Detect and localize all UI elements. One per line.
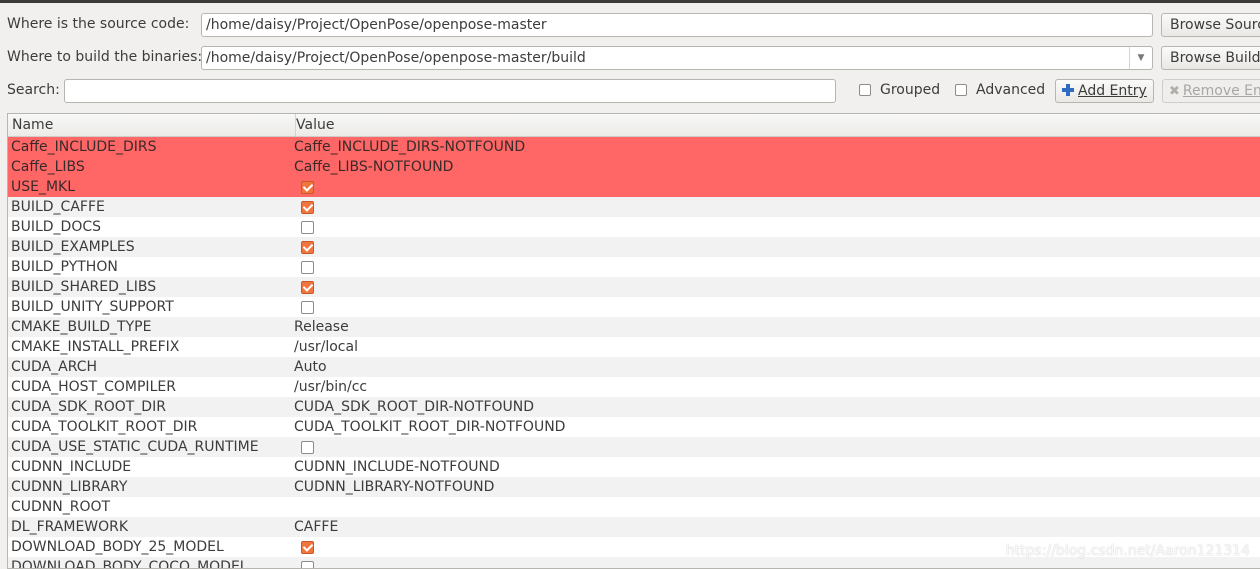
entry-value[interactable]: CUDNN_INCLUDE-NOTFOUND	[294, 457, 500, 477]
entry-value-checkbox[interactable]	[301, 301, 314, 314]
window-top-edge	[0, 0, 1260, 3]
entry-value-checkbox[interactable]	[301, 261, 314, 274]
entry-value-checkbox[interactable]	[301, 561, 314, 568]
entry-value[interactable]: CAFFE	[294, 517, 338, 537]
entry-value-checkbox[interactable]	[301, 541, 314, 554]
table-row[interactable]: Caffe_LIBS Caffe_LIBS-NOTFOUND	[8, 157, 1260, 177]
entry-name: CUDNN_INCLUDE	[11, 459, 132, 475]
table-row[interactable]: BUILD_SHARED_LIBS	[8, 277, 1260, 297]
remove-entry-label: Remove Entry	[1182, 83, 1260, 99]
entry-value[interactable]: /usr/bin/cc	[294, 377, 367, 397]
entry-name: BUILD_UNITY_SUPPORT	[11, 299, 174, 315]
cache-table[interactable]: Name Value Caffe_INCLUDE_DIRS Caffe_INCLU…	[7, 113, 1260, 569]
browse-source-button[interactable]: Browse Source...	[1161, 13, 1260, 37]
entry-value-checkbox[interactable]	[301, 441, 314, 454]
entry-name: BUILD_CAFFE	[11, 199, 105, 215]
table-row[interactable]: CMAKE_BUILD_TYPE Release	[8, 317, 1260, 337]
table-row[interactable]: BUILD_DOCS	[8, 217, 1260, 237]
entry-name: CUDA_TOOLKIT_ROOT_DIR	[11, 419, 198, 435]
entry-value-checkbox[interactable]	[301, 181, 314, 194]
remove-entry-button[interactable]: ✖Remove Entry	[1162, 79, 1260, 103]
entry-value[interactable]: CUDA_TOOLKIT_ROOT_DIR-NOTFOUND	[294, 417, 565, 437]
advanced-label: Advanced	[976, 82, 1046, 98]
grouped-checkbox[interactable]	[859, 84, 871, 96]
entry-name: CUDA_USE_STATIC_CUDA_RUNTIME	[11, 439, 259, 455]
table-row[interactable]: BUILD_UNITY_SUPPORT	[8, 297, 1260, 317]
search-input[interactable]	[64, 79, 836, 103]
search-label: Search:	[7, 82, 60, 98]
entry-name: DOWNLOAD_BODY_25_MODEL	[11, 539, 224, 555]
table-row[interactable]: Caffe_INCLUDE_DIRS Caffe_INCLUDE_DIRS-NOT…	[8, 137, 1260, 157]
column-header-name[interactable]: Name	[8, 114, 296, 136]
table-row[interactable]: CUDA_HOST_COMPILER/usr/bin/cc	[8, 377, 1260, 397]
entry-name: Caffe_INCLUDE_DIRS	[11, 139, 157, 155]
table-row[interactable]: CMAKE_INSTALL_PREFIX/usr/local	[8, 337, 1260, 357]
table-row[interactable]: BUILD_EXAMPLES	[8, 237, 1260, 257]
entry-value[interactable]: Auto	[294, 357, 327, 377]
entry-name: Caffe_LIBS	[11, 159, 85, 175]
entry-name: CMAKE_BUILD_TYPE	[11, 319, 152, 335]
entry-name: DOWNLOAD_BODY_COCO_MODEL	[11, 559, 248, 569]
entry-value[interactable]: CUDNN_LIBRARY-NOTFOUND	[294, 477, 494, 497]
table-row[interactable]: CUDA_SDK_ROOT_DIR CUDA_SDK_ROOT_DIR-NOTFO…	[8, 397, 1260, 417]
entry-value[interactable]: Caffe_LIBS-NOTFOUND	[294, 157, 453, 177]
table-row[interactable]: CUDA_TOOLKIT_ROOT_DIR CUDA_TOOLKIT_ROOT_D…	[8, 417, 1260, 437]
build-path-combobox[interactable]: /home/daisy/Project/OpenPose/openpose-ma…	[201, 46, 1153, 70]
browse-build-button[interactable]: Browse Build...	[1161, 46, 1260, 70]
table-row[interactable]: DL_FRAMEWORK CAFFE	[8, 517, 1260, 537]
entry-value-checkbox[interactable]	[301, 281, 314, 294]
advanced-checkbox[interactable]	[955, 84, 967, 96]
entry-name: CUDNN_ROOT	[11, 499, 111, 515]
build-path-value: /home/daisy/Project/OpenPose/openpose-ma…	[206, 50, 586, 66]
entry-name: CUDNN_LIBRARY	[11, 479, 128, 495]
entry-value-checkbox[interactable]	[301, 201, 314, 214]
table-row[interactable]: USE_MKL	[8, 177, 1260, 197]
add-entry-label: Add Entry	[1078, 83, 1147, 99]
entry-value[interactable]: CUDA_SDK_ROOT_DIR-NOTFOUND	[294, 397, 534, 417]
entry-name: BUILD_EXAMPLES	[11, 239, 135, 255]
chevron-down-icon[interactable]: ▼	[1129, 47, 1152, 69]
source-path-input[interactable]: /home/daisy/Project/OpenPose/openpose-ma…	[201, 13, 1153, 37]
table-row[interactable]: BUILD_PYTHON	[8, 257, 1260, 277]
build-label: Where to build the binaries:	[7, 49, 203, 65]
entry-name: CUDA_HOST_COMPILER	[11, 379, 176, 395]
add-entry-button[interactable]: Add Entry	[1055, 79, 1154, 103]
table-row[interactable]: BUILD_CAFFE	[8, 197, 1260, 217]
entry-value[interactable]: Caffe_INCLUDE_DIRS-NOTFOUND	[294, 137, 525, 157]
watermark-text: https://blog.csdn.net/Aaron121314	[1005, 543, 1250, 559]
table-row[interactable]: CUDNN_INCLUDE CUDNN_INCLUDE-NOTFOUND	[8, 457, 1260, 477]
entry-value[interactable]: Release	[294, 317, 349, 337]
source-label: Where is the source code:	[7, 16, 190, 32]
entry-name: DL_FRAMEWORK	[11, 519, 129, 535]
entry-name: BUILD_SHARED_LIBS	[11, 279, 157, 295]
entry-value-checkbox[interactable]	[301, 241, 314, 254]
table-body: Caffe_INCLUDE_DIRS Caffe_INCLUDE_DIRS-NOT…	[8, 137, 1260, 569]
column-header-value[interactable]: Value	[292, 114, 1260, 136]
table-row[interactable]: CUDA_ARCH Auto	[8, 357, 1260, 377]
entry-name: BUILD_PYTHON	[11, 259, 118, 275]
table-row[interactable]: CUDNN_LIBRARY CUDNN_LIBRARY-NOTFOUND	[8, 477, 1260, 497]
remove-x-icon: ✖	[1169, 84, 1180, 99]
entry-name: CUDA_ARCH	[11, 359, 98, 375]
entry-name: BUILD_DOCS	[11, 219, 102, 235]
entry-name: CUDA_SDK_ROOT_DIR	[11, 399, 166, 415]
plus-icon	[1062, 84, 1074, 96]
table-row[interactable]: CUDA_USE_STATIC_CUDA_RUNTIME	[8, 437, 1260, 457]
table-row[interactable]: CUDNN_ROOT	[8, 497, 1260, 517]
entry-value[interactable]: /usr/local	[294, 337, 358, 357]
entry-name: CMAKE_INSTALL_PREFIX	[11, 339, 180, 355]
entry-value-checkbox[interactable]	[301, 221, 314, 234]
entry-name: USE_MKL	[11, 179, 76, 195]
table-header: Name Value	[8, 114, 1260, 137]
grouped-label: Grouped	[880, 82, 941, 98]
